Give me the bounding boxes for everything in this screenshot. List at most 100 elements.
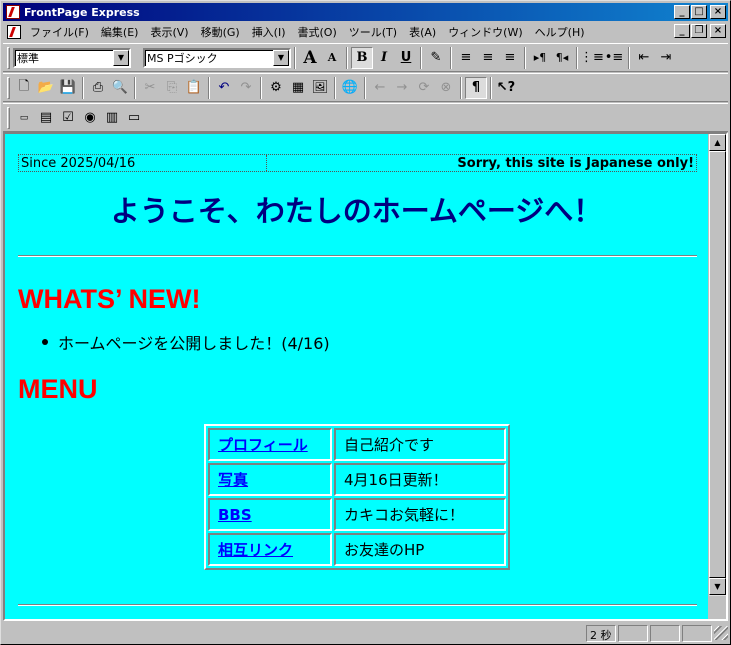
bulleted-list-icon[interactable]: •≡ xyxy=(603,47,625,69)
menu-edit[interactable]: 編集(E) xyxy=(95,24,145,40)
table-cell: 自己紹介です xyxy=(334,428,506,461)
align-left-icon[interactable]: ≡ xyxy=(455,47,477,69)
rtl-icon[interactable]: ¶◂ xyxy=(551,47,573,69)
dropdown-menu-field-icon[interactable]: ▥ xyxy=(101,107,123,129)
italic-button[interactable]: I xyxy=(373,47,395,69)
menu-help[interactable]: ヘルプ(H) xyxy=(529,24,591,40)
doc-restore-button[interactable]: ❐ xyxy=(691,24,707,38)
scroll-down-icon[interactable]: ▼ xyxy=(709,578,726,595)
checkbox-field-icon[interactable]: ☑ xyxy=(57,107,79,129)
refresh-icon[interactable]: ⟳ xyxy=(413,77,435,99)
frontpage-app-icon[interactable] xyxy=(6,5,20,19)
menu-go[interactable]: 移動(G) xyxy=(195,24,246,40)
push-button-field-icon[interactable]: ▭ xyxy=(123,107,145,129)
print-preview-icon[interactable]: 🔍 xyxy=(109,77,131,99)
menu-window[interactable]: ウィンドウ(W) xyxy=(442,24,528,40)
new-page-icon[interactable]: 🗋 xyxy=(13,77,35,99)
status-bar: 2 秒 xyxy=(3,623,728,643)
align-center-icon[interactable]: ≡ xyxy=(477,47,499,69)
window-title: FrontPage Express xyxy=(24,5,140,19)
forms-toolbar: ▭ ▤ ☑ ◉ ▥ ▭ xyxy=(3,103,728,132)
underline-button[interactable]: U xyxy=(395,47,417,69)
show-paragraph-marks-button[interactable]: ¶ xyxy=(465,76,487,99)
redo-icon[interactable]: ↷ xyxy=(235,77,257,99)
paste-icon[interactable]: 📋 xyxy=(183,77,205,99)
scroll-thumb[interactable] xyxy=(709,151,726,578)
copy-icon[interactable]: ⎘ xyxy=(161,77,183,99)
close-button[interactable]: × xyxy=(710,5,726,19)
doc-close-button[interactable]: × xyxy=(710,24,726,38)
status-panel xyxy=(682,624,712,642)
back-arrow-icon[interactable]: ← xyxy=(369,77,391,99)
menu-tools[interactable]: ツール(T) xyxy=(343,24,403,40)
text-color-icon[interactable]: ✎ xyxy=(425,47,447,69)
toolbar-grip[interactable] xyxy=(7,76,10,99)
forward-arrow-icon[interactable]: → xyxy=(391,77,413,99)
ltr-icon[interactable]: ▸¶ xyxy=(529,47,551,69)
radio-button-field-icon[interactable]: ◉ xyxy=(79,107,101,129)
decrease-indent-icon[interactable]: ⇤ xyxy=(633,47,655,69)
chevron-down-icon[interactable]: ▼ xyxy=(113,49,129,66)
horizontal-rule xyxy=(18,604,697,606)
save-icon[interactable]: 💾 xyxy=(57,77,79,99)
profile-link[interactable]: プロフィール xyxy=(218,436,308,454)
menu-bar: ファイル(F) 編集(E) 表示(V) 移動(G) 挿入(I) 書式(O) ツー… xyxy=(3,22,728,41)
chevron-down-icon[interactable]: ▼ xyxy=(273,49,289,66)
table-row: BBS カキコお気軽に！ xyxy=(208,498,506,531)
menu-view[interactable]: 表示(V) xyxy=(144,24,194,40)
doc-minimize-button[interactable]: _ xyxy=(674,24,690,38)
table-cell: BBS xyxy=(208,498,332,531)
numbered-list-icon[interactable]: ⋮≡ xyxy=(580,47,604,69)
stop-icon[interactable]: ⊗ xyxy=(435,77,457,99)
mutual-links-link[interactable]: 相互リンク xyxy=(218,541,293,559)
maximize-button[interactable]: □ xyxy=(691,5,707,19)
insert-table-icon[interactable]: ▦ xyxy=(287,77,309,99)
toolbar-grip[interactable] xyxy=(7,46,10,69)
cut-icon[interactable]: ✂ xyxy=(139,77,161,99)
format-toolbar: 標準 ▼ MS Pゴシック ▼ A A B I U ✎ ≡ ≡ ≡ ▸¶ ¶◂ … xyxy=(3,43,728,72)
insert-image-icon[interactable]: 🖼 xyxy=(309,77,331,99)
resize-grip-icon[interactable] xyxy=(714,626,728,640)
table-row: プロフィール 自己紹介です xyxy=(208,428,506,461)
menu-file[interactable]: ファイル(F) xyxy=(24,24,95,40)
download-time: 2 秒 xyxy=(586,624,616,642)
photos-link[interactable]: 写真 xyxy=(218,471,248,489)
font-select[interactable]: MS Pゴシック ▼ xyxy=(143,47,291,68)
welcome-heading: ようこそ、わたしのホームページへ！ xyxy=(110,194,603,228)
japanese-only-notice: Sorry, this site is Japanese only! xyxy=(457,156,694,171)
scrolling-textbox-icon[interactable]: ▤ xyxy=(35,107,57,129)
decrease-font-icon[interactable]: A xyxy=(321,47,343,69)
textbox-field-icon[interactable]: ▭ xyxy=(13,107,35,129)
minimize-button[interactable]: _ xyxy=(674,5,690,19)
page-canvas[interactable]: Since 2025/04/16 Sorry, this site is Jap… xyxy=(5,134,708,619)
align-right-icon[interactable]: ≡ xyxy=(499,47,521,69)
hyperlink-icon[interactable]: 🌐 xyxy=(339,77,361,99)
undo-icon[interactable]: ↶ xyxy=(213,77,235,99)
style-select-value: 標準 xyxy=(17,51,39,65)
menu-insert[interactable]: 挿入(I) xyxy=(246,24,292,40)
menu-format[interactable]: 書式(O) xyxy=(292,24,343,40)
title-bar[interactable]: FrontPage Express _ □ × xyxy=(3,3,728,21)
header-table: Since 2025/04/16 Sorry, this site is Jap… xyxy=(18,154,697,172)
scroll-up-icon[interactable]: ▲ xyxy=(709,134,726,151)
news-list-item: ホームページを公開しました！(4/16) xyxy=(42,330,330,354)
increase-indent-icon[interactable]: ⇥ xyxy=(655,47,677,69)
print-icon[interactable]: ⎙ xyxy=(87,77,109,99)
table-row: 相互リンク お友達のHP xyxy=(208,533,506,566)
increase-font-icon[interactable]: A xyxy=(299,47,321,69)
vertical-scrollbar[interactable]: ▲ ▼ xyxy=(709,134,726,619)
help-pointer-icon[interactable]: ↖? xyxy=(495,77,517,99)
app-window: FrontPage Express _ □ × ファイル(F) 編集(E) 表示… xyxy=(0,0,731,645)
menu-table[interactable]: 表(A) xyxy=(403,24,442,40)
font-select-value: MS Pゴシック xyxy=(147,51,218,65)
toolbar-grip[interactable] xyxy=(7,106,10,129)
insert-component-icon[interactable]: ⚙ xyxy=(265,77,287,99)
document-icon[interactable] xyxy=(7,24,21,39)
table-cell: プロフィール xyxy=(208,428,332,461)
editor-pane: Since 2025/04/16 Sorry, this site is Jap… xyxy=(3,132,728,621)
table-row: 写真 4月16日更新！ xyxy=(208,463,506,496)
bbs-link[interactable]: BBS xyxy=(218,506,252,524)
open-folder-icon[interactable]: 📂 xyxy=(35,77,57,99)
bold-button[interactable]: B xyxy=(351,46,373,69)
style-select[interactable]: 標準 ▼ xyxy=(13,47,131,68)
